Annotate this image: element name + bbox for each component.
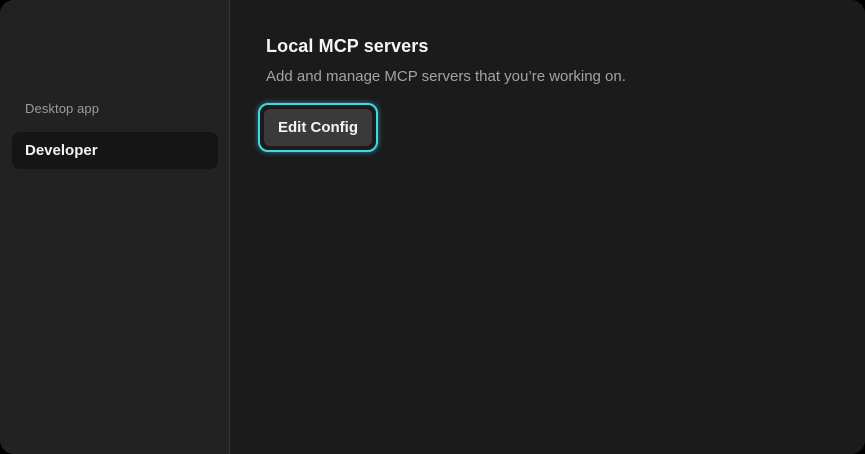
sidebar-item-developer[interactable]: Developer <box>12 132 218 169</box>
sidebar: Desktop app Developer <box>0 0 230 454</box>
main-content: Local MCP servers Add and manage MCP ser… <box>230 0 865 454</box>
button-focus-ring: Edit Config <box>258 103 378 152</box>
sidebar-item-label: Developer <box>25 142 98 159</box>
page-subtitle: Add and manage MCP servers that you’re w… <box>266 68 626 85</box>
page-title: Local MCP servers <box>266 36 429 56</box>
edit-config-button[interactable]: Edit Config <box>264 109 372 146</box>
sidebar-section-label: Desktop app <box>25 101 100 116</box>
settings-window: Desktop app Developer Local MCP servers … <box>0 0 865 454</box>
